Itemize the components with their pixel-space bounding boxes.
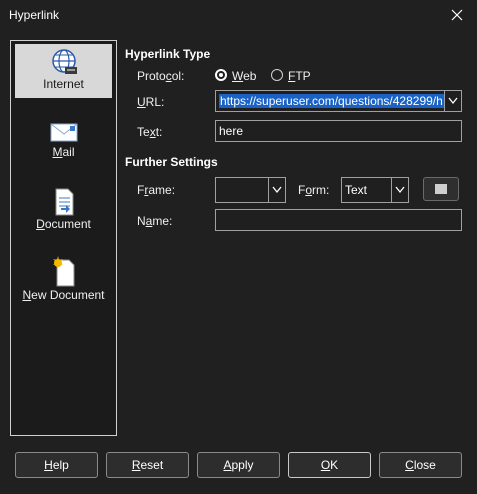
url-combobox[interactable]: https://superuser.com/questions/428299/h <box>215 90 462 112</box>
chevron-down-icon <box>448 97 458 105</box>
document-icon <box>55 188 73 216</box>
hyperlink-type-heading: Hyperlink Type <box>125 47 211 61</box>
url-dropdown-button[interactable] <box>444 91 461 111</box>
close-button[interactable]: Close <box>379 452 462 478</box>
close-icon[interactable] <box>447 5 467 25</box>
protocol-label: Protocol: <box>137 69 185 83</box>
form-combobox[interactable]: Text <box>341 177 409 203</box>
url-label: URL: <box>137 95 165 109</box>
hyperlink-type-sidebar: Internet Mail Document New Document <box>10 40 117 436</box>
apply-button[interactable]: Apply <box>197 452 280 478</box>
web-radio[interactable] <box>215 69 227 81</box>
sidebar-item-label: Internet <box>43 77 84 91</box>
web-radio-label[interactable]: Web <box>232 69 256 83</box>
form-value: Text <box>345 183 368 197</box>
frame-label: Frame: <box>137 183 176 197</box>
frame-dropdown-button[interactable] <box>268 178 285 202</box>
sidebar-item-label: Mail <box>52 145 75 159</box>
url-input[interactable]: https://superuser.com/questions/428299/h <box>219 94 444 108</box>
further-settings-heading: Further Settings <box>125 155 218 169</box>
ftp-radio-label[interactable]: FTP <box>288 69 311 83</box>
text-label: Text: <box>137 125 163 139</box>
chevron-down-icon <box>272 186 282 194</box>
sidebar-item-internet[interactable]: Internet <box>15 44 112 98</box>
sidebar-item-label: New Document <box>22 288 105 302</box>
sidebar-item-mail[interactable]: Mail <box>15 119 112 169</box>
ok-button[interactable]: OK <box>288 452 371 478</box>
sidebar-item-new-document[interactable]: New Document <box>15 256 112 308</box>
text-input[interactable]: here <box>215 120 462 142</box>
sidebar-item-document[interactable]: Document <box>15 187 112 239</box>
chevron-down-icon <box>395 186 405 194</box>
events-button[interactable] <box>423 177 459 201</box>
form-dropdown-button[interactable] <box>391 178 408 202</box>
frame-combobox[interactable] <box>215 177 286 203</box>
envelope-icon <box>50 123 77 142</box>
new-document-icon <box>52 256 74 287</box>
reset-button[interactable]: Reset <box>106 452 189 478</box>
form-label: Form: <box>298 183 330 197</box>
help-button[interactable]: Help <box>15 452 98 478</box>
title-bar: Hyperlink <box>0 0 477 30</box>
name-input[interactable] <box>215 209 462 231</box>
sidebar-item-label: Document <box>36 217 91 231</box>
name-label: Name: <box>137 214 173 228</box>
ftp-radio[interactable] <box>271 69 283 81</box>
window-title: Hyperlink <box>9 8 60 22</box>
globe-icon <box>51 49 77 74</box>
